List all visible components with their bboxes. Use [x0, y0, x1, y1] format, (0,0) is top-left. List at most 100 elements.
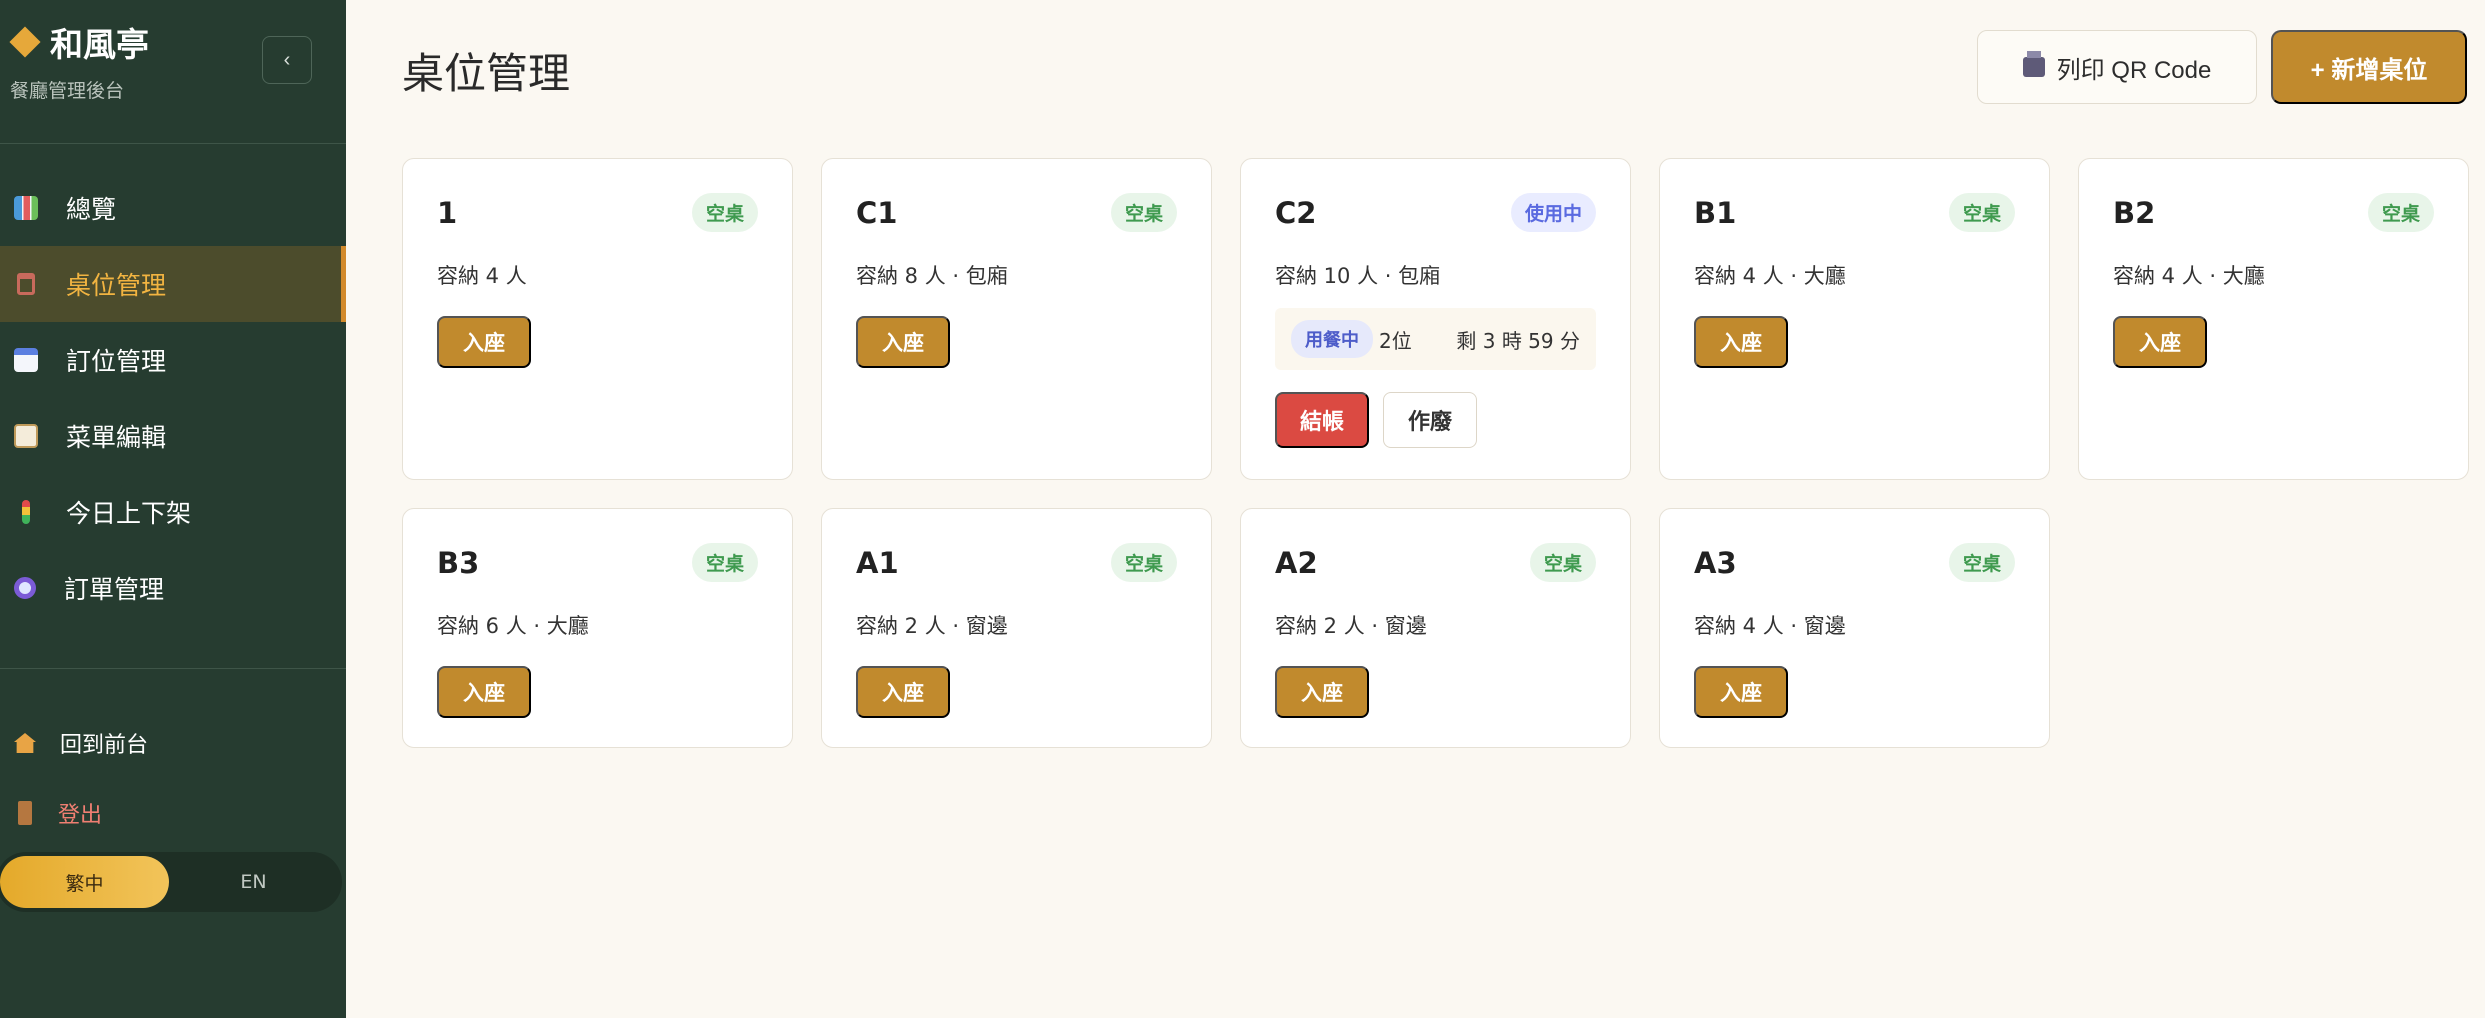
card-header: 1 空桌	[437, 193, 758, 232]
sidebar-item-overview[interactable]: 總覽	[0, 170, 346, 246]
seat-button[interactable]: 入座	[1694, 316, 1788, 368]
card-header: A2 空桌	[1275, 543, 1596, 582]
sidebar-item-label: 今日上下架	[66, 499, 192, 528]
table-name: C2	[1275, 195, 1317, 230]
card-header: A1 空桌	[856, 543, 1177, 582]
table-name: A3	[1694, 545, 1737, 580]
table-capacity: 容納 6 人 · 大廳	[437, 614, 589, 638]
main-content: 桌位管理 列印 QR Code + 新增桌位 1 空桌 容納 4 人 入座 C1…	[346, 0, 2485, 1018]
table-card: A1 空桌 容納 2 人 · 窗邊 入座	[821, 508, 1212, 748]
sidebar-item-tables[interactable]: 桌位管理	[0, 246, 346, 322]
traffic-light-icon	[22, 500, 30, 524]
brand: 和風亭 餐廳管理後台	[9, 18, 149, 103]
sidebar-item-daily-availability[interactable]: 今日上下架	[0, 474, 346, 550]
seat-button[interactable]: 入座	[856, 666, 950, 718]
sidebar-item-label: 總覽	[66, 195, 117, 224]
table-capacity: 容納 2 人 · 窗邊	[856, 614, 1008, 638]
card-header: C2 使用中	[1275, 193, 1596, 232]
lang-option-en[interactable]: EN	[169, 856, 338, 908]
table-name: 1	[437, 195, 458, 230]
table-card: B1 空桌 容納 4 人 · 大廳 入座	[1659, 158, 2050, 480]
table-card: B2 空桌 容納 4 人 · 大廳 入座	[2078, 158, 2469, 480]
brand-title: 和風亭	[9, 18, 149, 66]
add-table-button[interactable]: + 新增桌位	[2271, 30, 2467, 104]
table-card: A3 空桌 容納 4 人 · 窗邊 入座	[1659, 508, 2050, 748]
collapse-sidebar-button[interactable]: ‹	[262, 36, 312, 84]
seat-button[interactable]: 入座	[1275, 666, 1369, 718]
page-title: 桌位管理	[402, 49, 571, 98]
sidebar-divider-bottom	[0, 668, 346, 669]
table-capacity: 容納 10 人 · 包廂	[1275, 264, 1441, 288]
sidebar-divider-top	[0, 143, 346, 144]
sidebar-item-menu-editor[interactable]: 菜單編輯	[0, 398, 346, 474]
void-button[interactable]: 作廢	[1383, 392, 1477, 448]
table-grid: 1 空桌 容納 4 人 入座 C1 空桌 容納 8 人 · 包廂 入座 C2 使…	[402, 158, 2469, 748]
house-icon	[14, 733, 36, 753]
print-qr-label: 列印 QR Code	[2056, 56, 2212, 84]
sidebar: 和風亭 餐廳管理後台 ‹ 總覽 桌位管理 訂位管理 菜單編輯 今日上下架 訂單管…	[0, 0, 346, 1018]
remaining-time: 剩 3 時 59 分	[1456, 328, 1580, 353]
table-name: B1	[1694, 195, 1737, 230]
back-to-storefront-label: 回到前台	[60, 733, 149, 758]
magnifier-icon	[14, 577, 36, 599]
table-capacity: 容納 8 人 · 包廂	[856, 264, 1008, 288]
seat-button[interactable]: 入座	[437, 316, 531, 368]
table-capacity: 容納 4 人	[437, 264, 527, 288]
sidebar-item-label: 訂位管理	[66, 347, 167, 376]
seat-button[interactable]: 入座	[856, 316, 950, 368]
table-capacity: 容納 4 人 · 大廳	[1694, 264, 1846, 288]
table-name: A2	[1275, 545, 1318, 580]
status-badge: 使用中	[1510, 193, 1596, 232]
table-capacity: 容納 2 人 · 窗邊	[1275, 614, 1427, 638]
occupancy-panel: 用餐中 2位 剩 3 時 59 分	[1275, 308, 1596, 370]
card-actions: 結帳 作廢	[1275, 392, 1596, 448]
table-card: A2 空桌 容納 2 人 · 窗邊 入座	[1240, 508, 1631, 748]
seat-button[interactable]: 入座	[437, 666, 531, 718]
table-name: A1	[856, 545, 899, 580]
app-root: 和風亭 餐廳管理後台 ‹ 總覽 桌位管理 訂位管理 菜單編輯 今日上下架 訂單管…	[0, 0, 2485, 1018]
table-card: B3 空桌 容納 6 人 · 大廳 入座	[402, 508, 793, 748]
lang-option-zh[interactable]: 繁中	[0, 856, 169, 908]
table-card: C2 使用中 容納 10 人 · 包廂 用餐中 2位 剩 3 時 59 分 結帳…	[1240, 158, 1631, 480]
status-badge: 空桌	[1110, 193, 1177, 232]
door-icon	[18, 801, 32, 825]
guest-count: 2位	[1379, 328, 1412, 353]
sidebar-item-label: 菜單編輯	[66, 423, 167, 452]
sidebar-nav: 總覽 桌位管理 訂位管理 菜單編輯 今日上下架 訂單管理	[0, 170, 346, 626]
brand-title-text: 和風亭	[50, 25, 149, 64]
sidebar-item-label: 訂單管理	[64, 575, 165, 604]
table-card: C1 空桌 容納 8 人 · 包廂 入座	[821, 158, 1212, 480]
seat-button[interactable]: 入座	[2113, 316, 2207, 368]
status-badge: 空桌	[2367, 193, 2434, 232]
logout-link[interactable]: 登出	[0, 778, 346, 848]
sidebar-item-label: 桌位管理	[66, 271, 167, 300]
status-badge: 空桌	[1948, 543, 2015, 582]
table-name: C1	[856, 195, 898, 230]
status-badge: 空桌	[1948, 193, 2015, 232]
table-capacity: 容納 4 人 · 窗邊	[1694, 614, 1846, 638]
card-header: B3 空桌	[437, 543, 758, 582]
brand-subtitle: 餐廳管理後台	[10, 80, 125, 102]
sidebar-item-orders[interactable]: 訂單管理	[0, 550, 346, 626]
table-name: B3	[437, 545, 480, 580]
dining-tag: 用餐中	[1291, 320, 1373, 358]
print-qr-button[interactable]: 列印 QR Code	[1977, 30, 2257, 104]
checkout-button[interactable]: 結帳	[1275, 392, 1369, 448]
sidebar-item-reservations[interactable]: 訂位管理	[0, 322, 346, 398]
back-to-storefront-link[interactable]: 回到前台	[0, 708, 346, 778]
printer-icon	[2022, 51, 2045, 77]
table-name: B2	[2113, 195, 2156, 230]
chart-icon	[14, 196, 38, 220]
seat-button[interactable]: 入座	[1694, 666, 1788, 718]
chair-icon	[17, 273, 35, 295]
card-header: B2 空桌	[2113, 193, 2434, 232]
table-card: 1 空桌 容納 4 人 入座	[402, 158, 793, 480]
clipboard-icon	[14, 424, 38, 448]
table-capacity: 容納 4 人 · 大廳	[2113, 264, 2265, 288]
status-badge: 空桌	[1110, 543, 1177, 582]
language-toggle: 繁中 EN	[0, 852, 342, 912]
status-badge: 空桌	[691, 193, 758, 232]
card-header: B1 空桌	[1694, 193, 2015, 232]
status-badge: 空桌	[691, 543, 758, 582]
status-badge: 空桌	[1529, 543, 1596, 582]
